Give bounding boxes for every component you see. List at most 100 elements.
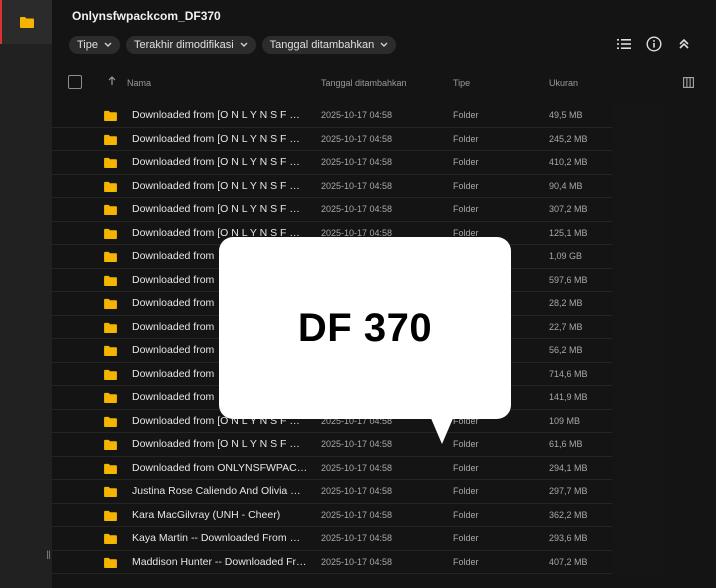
resize-handle-icon[interactable]: ‖ xyxy=(46,548,51,562)
folder-icon xyxy=(104,275,117,289)
table-row[interactable]: Kara MacGilvray (UNH - Cheer) 2025-10-17 … xyxy=(52,504,612,527)
row-size: 49,5 MB xyxy=(549,110,583,120)
folder-icon xyxy=(104,345,117,359)
row-size: 61,6 MB xyxy=(549,439,583,449)
folder-icon xyxy=(104,134,117,148)
filter-chip-type[interactable]: Tipe xyxy=(69,36,120,54)
row-size: 307,2 MB xyxy=(549,204,588,214)
folder-icon xyxy=(104,251,117,265)
table-row[interactable]: Downloaded from [O N L Y N S F W P A C K… xyxy=(52,175,612,198)
row-type: Folder xyxy=(453,204,479,214)
folder-icon xyxy=(104,439,117,453)
folder-icon xyxy=(104,228,117,242)
speech-bubble-tail xyxy=(430,416,454,444)
sort-up-arrow-icon[interactable] xyxy=(108,76,116,88)
speech-bubble-overlay: DF 370 xyxy=(219,237,511,419)
row-type: Folder xyxy=(453,157,479,167)
row-size: 28,2 MB xyxy=(549,298,583,308)
column-type[interactable]: Tipe xyxy=(453,78,470,88)
row-date-added: 2025-10-17 04:58 xyxy=(321,556,393,567)
table-row[interactable]: Maddison Hunter -- Downloaded From ONLYN… xyxy=(52,551,612,574)
folder-icon xyxy=(104,533,117,547)
row-size: 714,6 MB xyxy=(549,368,588,379)
list-side-area xyxy=(612,104,662,574)
column-settings-icon[interactable] xyxy=(683,77,694,90)
row-date-added: 2025-10-17 04:58 xyxy=(321,462,393,473)
folder-icon xyxy=(104,157,117,171)
column-name[interactable]: Nama xyxy=(127,78,151,88)
row-size: 293,6 MB xyxy=(549,533,588,543)
rail-item-folder[interactable] xyxy=(0,0,52,44)
row-size: 297,7 MB xyxy=(549,486,588,496)
row-size: 22,7 MB xyxy=(549,321,583,332)
row-name: Justina Rose Caliendo And Olivia Rose xyxy=(132,485,308,497)
row-date-added: 2025-10-17 04:58 xyxy=(321,486,393,496)
folder-icon xyxy=(104,322,117,336)
table-row[interactable]: Downloaded from [O N L Y N S F W P A C K… xyxy=(52,198,612,222)
filter-chip-modified[interactable]: Terakhir dimodifikasi xyxy=(126,36,256,54)
row-size: 125,1 MB xyxy=(549,227,588,238)
folder-icon xyxy=(104,510,117,524)
row-type: Folder xyxy=(453,180,479,191)
row-date-added: 2025-10-17 04:58 xyxy=(321,133,393,144)
row-type: Folder xyxy=(453,227,479,238)
folder-icon xyxy=(104,298,117,312)
row-name: Downloaded from [O N L Y N S F W P A C K… xyxy=(132,132,308,145)
column-header: Nama Tanggal ditambahkan Tipe Ukuran xyxy=(52,70,716,100)
row-date-added: 2025-10-17 04:58 xyxy=(321,439,393,449)
collapse-icon[interactable] xyxy=(676,36,692,52)
row-size: 245,2 MB xyxy=(549,133,588,144)
folder-icon xyxy=(104,392,117,406)
info-icon[interactable] xyxy=(646,36,662,52)
row-name: Kara MacGilvray (UNH - Cheer) xyxy=(132,508,281,521)
column-date-added[interactable]: Tanggal ditambahkan xyxy=(321,78,407,88)
select-all-checkbox[interactable] xyxy=(68,75,82,89)
table-row[interactable]: Downloaded from [O N L Y N S F W P A C K… xyxy=(52,433,612,457)
chevron-down-icon xyxy=(380,42,388,47)
table-row[interactable]: Justina Rose Caliendo And Olivia Rose 202… xyxy=(52,480,612,504)
row-type: Folder xyxy=(453,486,479,496)
folder-icon xyxy=(104,181,117,195)
row-name: Downloaded from [O N L Y N S F W P A C K… xyxy=(132,109,308,121)
overlay-text: DF 370 xyxy=(297,305,433,350)
row-name: Downloaded from [O N L Y N S F W P A C K… xyxy=(132,203,308,215)
toolbar-actions xyxy=(616,36,692,52)
row-date-added: 2025-10-17 04:58 xyxy=(321,110,393,120)
row-size: 410,2 MB xyxy=(549,157,588,167)
row-size: 90,4 MB xyxy=(549,180,583,191)
folder-icon xyxy=(20,17,34,28)
row-size: 294,1 MB xyxy=(549,462,588,473)
table-row[interactable]: Downloaded from [O N L Y N S F W P A C K… xyxy=(52,128,612,151)
navigation-rail: ‖ xyxy=(0,0,52,588)
row-date-added: 2025-10-17 04:58 xyxy=(321,509,393,520)
folder-icon xyxy=(104,369,117,383)
chip-label: Tanggal ditambahkan xyxy=(269,39,375,51)
row-size: 141,9 MB xyxy=(549,392,588,402)
row-name: Maddison Hunter -- Downloaded From ONLYN… xyxy=(132,555,308,568)
row-name: Downloaded from [O N L Y N S F W P A C K… xyxy=(132,438,308,450)
column-size[interactable]: Ukuran xyxy=(549,78,578,88)
filter-chip-date-added[interactable]: Tanggal ditambahkan xyxy=(261,36,397,54)
filter-chips: Tipe Terakhir dimodifikasi Tanggal ditam… xyxy=(69,36,397,54)
row-size: 597,6 MB xyxy=(549,274,588,285)
table-row[interactable]: Downloaded from [O N L Y N S F W P A C K… xyxy=(52,104,612,128)
table-row[interactable]: Kaya Martin -- Downloaded From ONLYNSFWP… xyxy=(52,527,612,551)
list-view-icon[interactable] xyxy=(616,36,632,52)
chevron-down-icon xyxy=(240,42,248,47)
row-size: 407,2 MB xyxy=(549,556,588,567)
folder-icon xyxy=(104,204,117,218)
folder-icon xyxy=(104,463,117,477)
row-type: Folder xyxy=(453,133,479,144)
folder-icon xyxy=(104,486,117,500)
row-date-added: 2025-10-17 04:58 xyxy=(321,227,393,238)
row-name: Downloaded from [O N L Y N S F W P A C K… xyxy=(132,156,308,168)
folder-icon xyxy=(104,416,117,430)
folder-icon xyxy=(104,110,117,124)
row-type: Folder xyxy=(453,110,479,120)
row-size: 1,09 GB xyxy=(549,251,583,261)
row-type: Folder xyxy=(453,556,479,567)
table-row[interactable]: Downloaded from ONLYNSFWPACK.COM 2025-10-… xyxy=(52,457,612,480)
row-size: 109 MB xyxy=(549,415,581,426)
table-row[interactable]: Downloaded from [O N L Y N S F W P A C K… xyxy=(52,151,612,175)
row-size: 362,2 MB xyxy=(549,509,588,520)
